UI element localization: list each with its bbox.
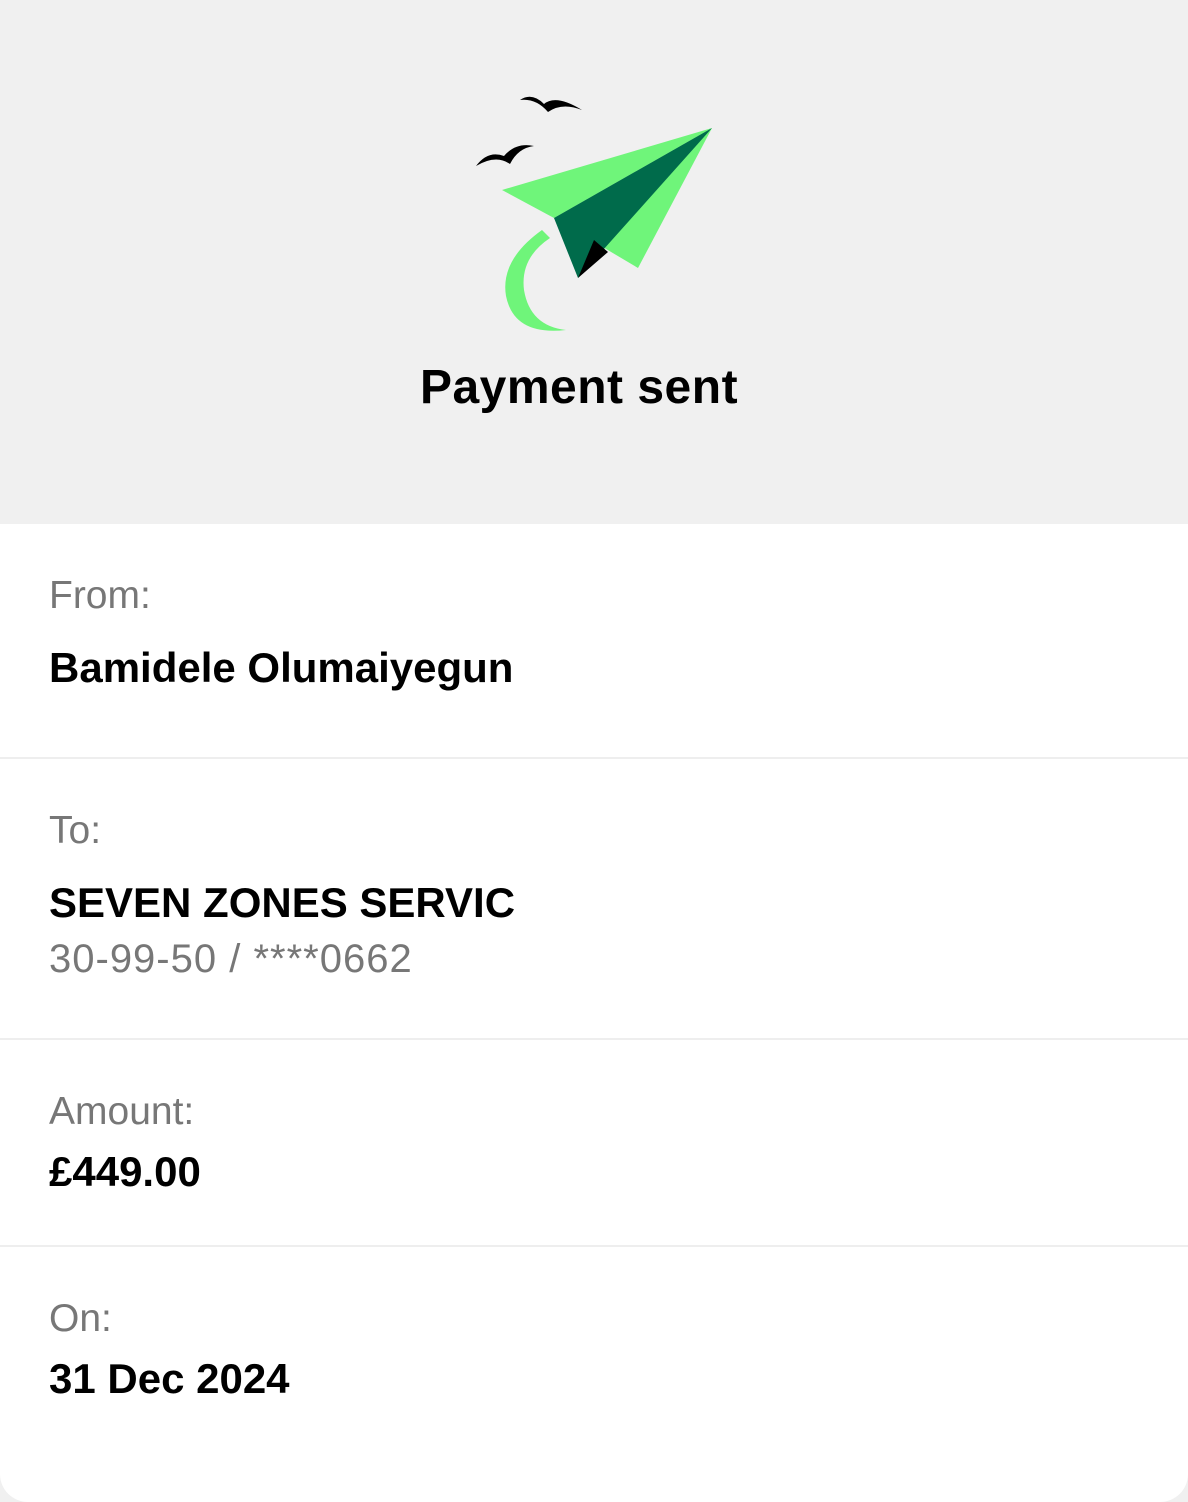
to-section: To: SEVEN ZONES SERVIC 30-99-50 / ****06… xyxy=(0,759,1188,1040)
from-label: From: xyxy=(49,574,151,617)
bird-icon xyxy=(520,96,582,112)
from-value: Bamidele Olumaiyegun xyxy=(49,644,514,691)
amount-label: Amount: xyxy=(49,1090,195,1133)
amount-value: £449.00 xyxy=(49,1148,201,1195)
confirmation-header: Payment sent xyxy=(0,0,1188,524)
to-value: SEVEN ZONES SERVIC xyxy=(49,879,516,926)
from-section: From: Bamidele Olumaiyegun xyxy=(0,524,1188,759)
date-section: On: 31 Dec 2024 xyxy=(0,1247,1188,1502)
paper-plane-icon xyxy=(476,96,712,331)
page-title: Payment sent xyxy=(419,361,739,414)
payment-details-card: From: Bamidele Olumaiyegun To: SEVEN ZON… xyxy=(0,524,1188,1502)
payment-confirmation-page: Payment sent From: Bamidele Olumaiyegun … xyxy=(0,0,1188,1502)
date-label: On: xyxy=(49,1297,112,1340)
date-value: 31 Dec 2024 xyxy=(49,1355,290,1402)
bird-icon xyxy=(476,145,534,166)
to-account-number: 30-99-50 / ****0662 xyxy=(49,937,413,981)
amount-section: Amount: £449.00 xyxy=(0,1040,1188,1247)
to-label: To: xyxy=(49,809,102,852)
